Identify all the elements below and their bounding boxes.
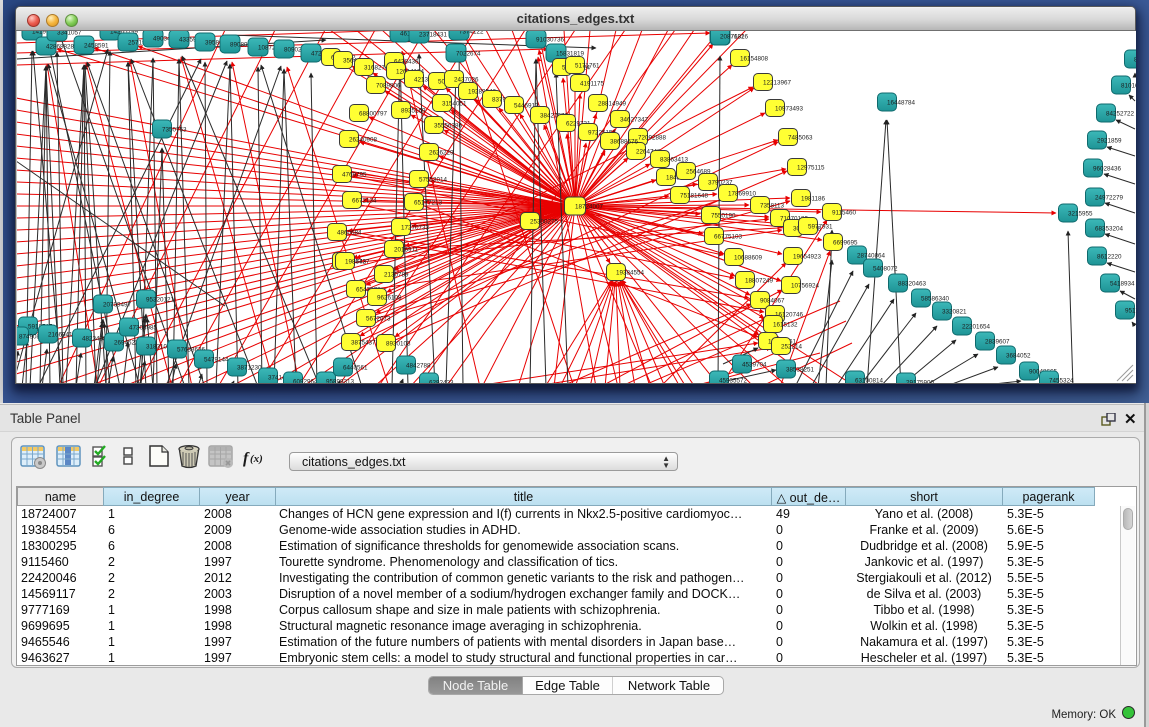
svg-text:65177213: 65177213 — [414, 199, 443, 206]
svg-text:7358113: 7358113 — [760, 202, 785, 209]
svg-text:34627347: 34627347 — [620, 116, 649, 123]
svg-text:4769795: 4769795 — [342, 171, 367, 178]
svg-text:35556386: 35556386 — [434, 122, 463, 129]
svg-text:1615132: 1615132 — [773, 321, 798, 328]
svg-text:66775103: 66775103 — [714, 233, 743, 240]
svg-text:5977931: 5977931 — [808, 223, 833, 230]
svg-text:19384554: 19384554 — [616, 269, 645, 276]
svg-text:38754377: 38754377 — [351, 339, 380, 346]
svg-text:252214: 252214 — [781, 343, 803, 350]
svg-text:2166941: 2166941 — [48, 331, 73, 338]
svg-text:91030736: 91030736 — [536, 36, 565, 43]
svg-text:3871230: 3871230 — [237, 364, 262, 371]
svg-text:5479144: 5479144 — [204, 356, 229, 363]
svg-text:28814949: 28814949 — [598, 100, 627, 107]
svg-text:9626108: 9626108 — [377, 294, 402, 301]
svg-text:1981186: 1981186 — [801, 195, 826, 202]
svg-text:26240908: 26240908 — [349, 136, 378, 143]
svg-text:68800797: 68800797 — [359, 110, 388, 117]
svg-text:5171761: 5171761 — [575, 62, 600, 69]
svg-text:2458591: 2458591 — [84, 42, 109, 49]
svg-text:3320821: 3320821 — [942, 308, 967, 315]
svg-text:17270733: 17270733 — [401, 224, 430, 231]
svg-text:68353204: 68353204 — [1095, 225, 1124, 232]
svg-text:42868828: 42868828 — [46, 43, 75, 50]
svg-text:2921859: 2921859 — [1097, 137, 1122, 144]
svg-text:2087682: 2087682 — [720, 33, 745, 40]
svg-text:38688676: 38688676 — [610, 138, 639, 145]
svg-text:7374122: 7374122 — [459, 31, 484, 35]
svg-text:47308985: 47308985 — [129, 324, 158, 331]
svg-text:57553014: 57553014 — [419, 176, 448, 183]
svg-text:3154051: 3154051 — [442, 100, 467, 107]
svg-text:18807249: 18807249 — [745, 277, 774, 284]
svg-text:58586340: 58586340 — [921, 295, 950, 302]
svg-text:95320121: 95320121 — [146, 296, 175, 303]
svg-text:6440561: 6440561 — [343, 364, 368, 371]
svg-text:2839607: 2839607 — [985, 338, 1010, 345]
svg-text:2130789: 2130789 — [384, 271, 409, 278]
svg-text:3684052: 3684052 — [1006, 352, 1031, 359]
svg-text:89978790: 89978790 — [1134, 56, 1136, 63]
svg-text:7089806: 7089806 — [376, 82, 401, 89]
svg-text:95899313: 95899313 — [326, 378, 355, 383]
svg-text:81016525: 81016525 — [1121, 82, 1136, 89]
svg-text:45935572: 45935572 — [719, 377, 748, 383]
svg-text:5408072: 5408072 — [873, 265, 898, 272]
svg-text:10756924: 10756924 — [791, 282, 820, 289]
svg-text:16448784: 16448784 — [887, 99, 916, 106]
svg-text:84252722: 84252722 — [1106, 110, 1135, 117]
svg-text:6672134: 6672134 — [352, 197, 377, 204]
svg-text:8612220: 8612220 — [1097, 253, 1122, 260]
svg-text:4191175: 4191175 — [580, 80, 605, 87]
svg-text:28740864: 28740864 — [857, 252, 886, 259]
svg-text:2626229: 2626229 — [429, 149, 454, 156]
svg-text:9517485: 9517485 — [1125, 307, 1136, 314]
svg-text:17869910: 17869910 — [728, 190, 757, 197]
svg-text:1987737: 1987737 — [345, 258, 370, 265]
svg-text:88320463: 88320463 — [898, 280, 927, 287]
svg-text:12213967: 12213967 — [763, 79, 792, 86]
svg-text:18724007: 18724007 — [575, 203, 604, 210]
svg-text:2016911: 2016911 — [394, 246, 419, 253]
svg-text:9084067: 9084067 — [760, 297, 785, 304]
svg-text:75181648: 75181648 — [680, 192, 709, 199]
svg-text:38538251: 38538251 — [786, 366, 815, 373]
svg-text:7022674: 7022674 — [456, 50, 481, 57]
svg-text:20709497: 20709497 — [103, 301, 132, 308]
svg-text:24972279: 24972279 — [1095, 194, 1124, 201]
svg-text:23718431: 23718431 — [419, 31, 448, 38]
svg-text:4539704: 4539704 — [742, 361, 767, 368]
svg-text:16154808: 16154808 — [740, 55, 769, 62]
svg-text:19654923: 19654923 — [793, 253, 822, 260]
svg-text:3215955: 3215955 — [1068, 210, 1093, 217]
svg-text:7455324: 7455324 — [1049, 377, 1074, 383]
svg-text:10688609: 10688609 — [734, 254, 763, 261]
svg-text:6699695: 6699695 — [833, 239, 858, 246]
svg-text:12975115: 12975115 — [797, 164, 825, 171]
svg-text:9115460: 9115460 — [832, 209, 857, 216]
svg-text:f: f — [243, 450, 250, 467]
svg-text:(x): (x) — [250, 453, 263, 465]
svg-text:4842788: 4842788 — [406, 362, 431, 369]
svg-text:5672073: 5672073 — [366, 315, 391, 322]
svg-text:5418934: 5418934 — [1110, 280, 1135, 287]
svg-text:7485063: 7485063 — [788, 134, 813, 141]
svg-text:29175900: 29175900 — [906, 379, 935, 383]
svg-text:72092888: 72092888 — [638, 134, 667, 141]
svg-text:8935169: 8935169 — [401, 107, 426, 114]
svg-text:7550190: 7550190 — [711, 212, 736, 219]
svg-text:8930103: 8930103 — [386, 340, 411, 347]
svg-text:96028436: 96028436 — [1093, 165, 1122, 172]
svg-text:22201654: 22201654 — [962, 323, 991, 330]
svg-text:7350753: 7350753 — [162, 126, 187, 133]
svg-text:63100814: 63100814 — [855, 377, 884, 383]
svg-text:6292423: 6292423 — [429, 379, 454, 383]
svg-text:4823498: 4823498 — [82, 335, 107, 342]
svg-text:4860684: 4860684 — [337, 229, 362, 236]
svg-text:25300275: 25300275 — [530, 218, 559, 225]
svg-text:10973493: 10973493 — [775, 105, 804, 112]
svg-text:2694522: 2694522 — [114, 339, 139, 346]
